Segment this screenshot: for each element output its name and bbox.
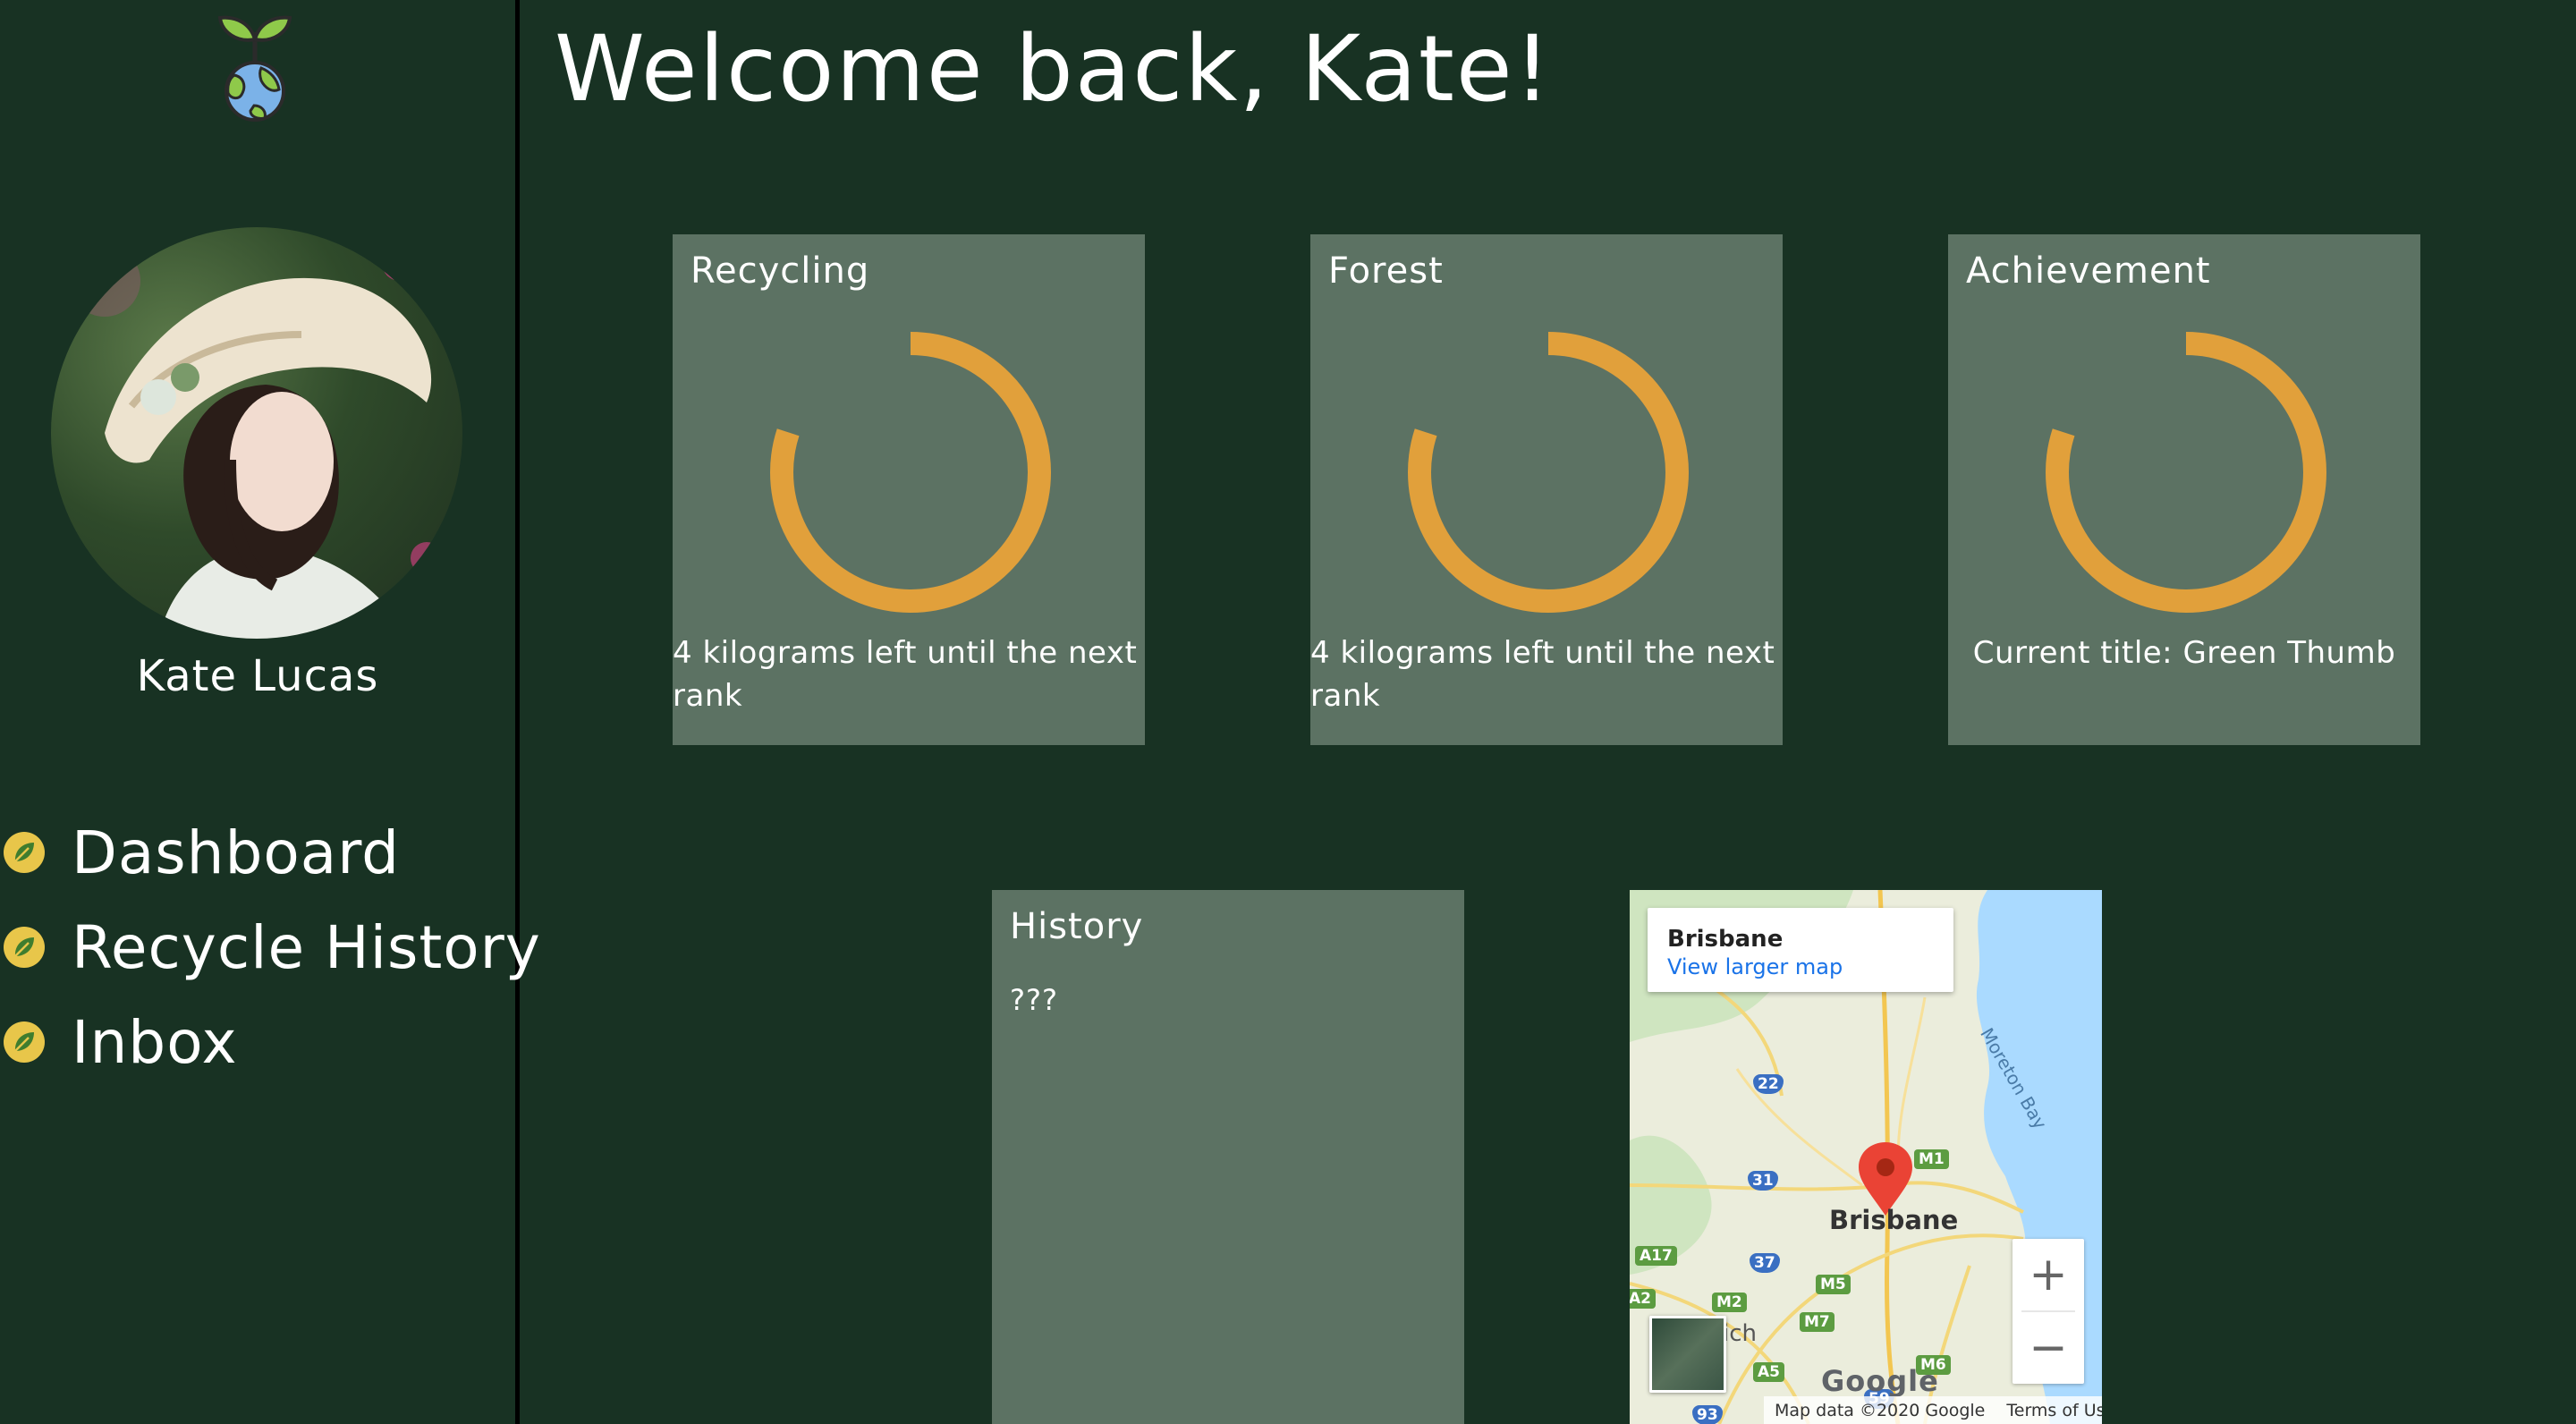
road-label: M7	[1800, 1312, 1835, 1332]
map-place-label: ich	[1723, 1320, 1757, 1347]
map-footer: Map data ©2020 Google Terms of Use	[1764, 1396, 2102, 1424]
page-title: Welcome back, Kate!	[555, 16, 1553, 123]
card-status-text: 4 kilograms left until the next rank	[673, 635, 1138, 714]
card-title: Achievement	[1966, 250, 2211, 292]
forest-card: Forest 4 kilograms left until the next r…	[1310, 234, 1783, 745]
map-widget[interactable]: 22 31 37 M1 M2 M5 M7 M6 A17 A2 A5 93 59 …	[1630, 890, 2102, 1424]
map-city-label: Brisbane	[1829, 1205, 1959, 1235]
zoom-controls: + −	[2012, 1239, 2084, 1384]
road-label: 31	[1748, 1171, 1778, 1191]
recycling-card: Recycling 4 kilograms left until the nex…	[673, 234, 1145, 745]
sidebar: Kate Lucas Dashboard Recycle History Inb…	[0, 0, 540, 1424]
satellite-toggle-button[interactable]	[1649, 1316, 1726, 1393]
sidebar-item-label: Inbox	[72, 1007, 238, 1077]
road-label: 22	[1753, 1074, 1784, 1094]
achievement-card: Achievement Current title: Green Thumb	[1948, 234, 2420, 745]
leaf-icon	[4, 832, 45, 873]
road-label: M5	[1816, 1275, 1851, 1294]
card-title: Forest	[1328, 250, 1444, 292]
road-label: 37	[1750, 1253, 1780, 1273]
app-logo	[215, 13, 295, 123]
road-label: A17	[1635, 1246, 1677, 1266]
zoom-in-button[interactable]: +	[2012, 1239, 2084, 1310]
progress-ring	[770, 332, 1051, 613]
card-status-text: 4 kilograms left until the next rank	[1310, 635, 1775, 714]
sidebar-item-inbox[interactable]: Inbox	[0, 995, 515, 1089]
road-label: A2	[1630, 1289, 1656, 1309]
road-label: A5	[1753, 1362, 1784, 1382]
road-label: M1	[1914, 1149, 1949, 1169]
leaf-icon	[4, 1021, 45, 1063]
terms-link[interactable]: Terms of Use	[2006, 1401, 2102, 1420]
card-title: History	[1010, 906, 1144, 947]
road-label: M2	[1712, 1293, 1747, 1312]
zoom-out-button[interactable]: −	[2012, 1312, 2084, 1384]
card-status-text: Current title: Green Thumb	[1972, 635, 2396, 671]
map-info-card: Brisbane View larger map	[1648, 908, 1953, 992]
avatar	[51, 227, 462, 639]
sidebar-item-label: Dashboard	[72, 818, 401, 887]
leaf-icon	[4, 927, 45, 968]
history-card: History ???	[992, 890, 1464, 1424]
map-place-title: Brisbane	[1667, 926, 1784, 953]
history-body: ???	[1010, 983, 1058, 1017]
road-label: 93	[1692, 1405, 1723, 1424]
progress-ring	[1408, 332, 1689, 613]
card-title: Recycling	[691, 250, 870, 292]
progress-ring	[2046, 332, 2326, 613]
sidebar-nav: Dashboard Recycle History Inbox	[0, 805, 540, 1089]
google-logo: Google	[1821, 1364, 1939, 1398]
map-attribution: Map data ©2020 Google	[1775, 1400, 1986, 1420]
user-name: Kate Lucas	[136, 651, 379, 701]
sidebar-item-label: Recycle History	[72, 912, 541, 982]
sidebar-item-recycle-history[interactable]: Recycle History	[0, 900, 540, 995]
sidebar-item-dashboard[interactable]: Dashboard	[0, 805, 515, 900]
view-larger-map-link[interactable]: View larger map	[1667, 954, 1843, 979]
